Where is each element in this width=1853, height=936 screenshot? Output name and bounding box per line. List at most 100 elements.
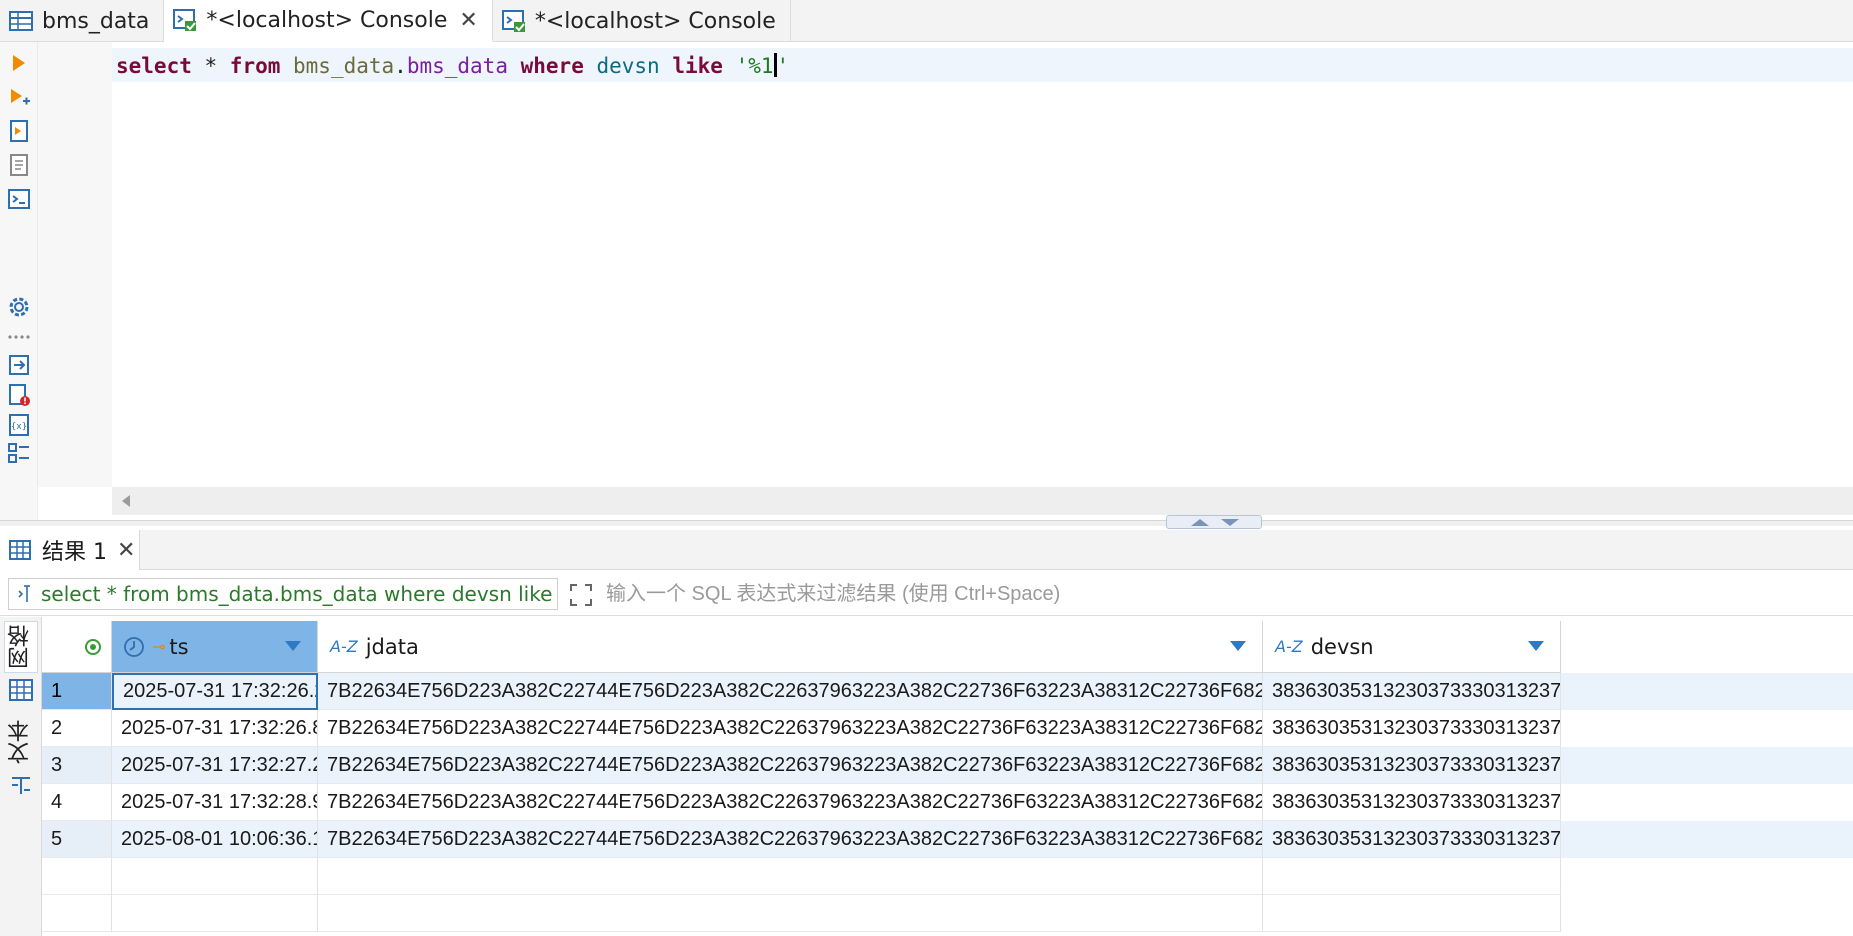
result-tab-bar: 结果 1 ✕ [0, 530, 1853, 570]
editor-toolbar: {x} [0, 42, 38, 520]
variables-icon[interactable]: {x} [6, 412, 32, 438]
expand-icon[interactable] [568, 582, 594, 608]
tab-grid-view-label: 网格 [8, 625, 33, 669]
chevron-down-icon[interactable] [1230, 641, 1246, 651]
cell-ts[interactable]: 2025-07-31 17:32:26.216 [112, 673, 318, 710]
chevron-down-icon[interactable] [1528, 641, 1544, 651]
cell-devsn[interactable]: 383630353132303733303132373131 [1263, 747, 1561, 784]
column-name: ts [169, 634, 189, 659]
cell-ts[interactable]: 2025-07-31 17:32:26.868 [112, 710, 318, 747]
tab-console[interactable]: *<localhost> Console [493, 0, 791, 42]
empty-cell [112, 858, 318, 895]
sql-string-literal-end: ' [776, 54, 790, 78]
cell-devsn[interactable]: 383630353132303733303132373131 [1263, 821, 1561, 858]
cell-jdata[interactable]: 7B22634E756D223A382C22744E756D223A382C22… [318, 821, 1263, 858]
row-number[interactable]: 2 [42, 710, 112, 747]
splitter-toggle-handle[interactable] [1166, 515, 1262, 529]
empty-row [42, 858, 1853, 895]
grid-icon [9, 540, 31, 560]
cell-jdata[interactable]: 7B22634E756D223A382C22744E756D223A382C22… [318, 673, 1263, 710]
tab-bms-data[interactable]: bms_data [0, 0, 165, 42]
cell-ts[interactable]: 2025-08-01 10:06:36.154 [112, 821, 318, 858]
cell-ts[interactable]: 2025-07-31 17:32:27.267 [112, 747, 318, 784]
grid-icon[interactable] [8, 677, 34, 703]
empty-cell [42, 858, 112, 895]
table-row[interactable]: 5 2025-08-01 10:06:36.154 7B22634E756D22… [42, 821, 1853, 858]
row-number[interactable]: 4 [42, 784, 112, 821]
console-icon [501, 10, 525, 32]
column-header-devsn[interactable]: A-Z devsn [1263, 621, 1561, 673]
sql-keyword: like [659, 54, 723, 78]
empty-row [42, 895, 1853, 932]
execute-script-icon[interactable] [6, 118, 32, 144]
empty-cell [318, 858, 1263, 895]
gear-icon[interactable] [6, 294, 32, 320]
column-header-ts[interactable]: ⊸ ts [112, 621, 318, 673]
column-header-jdata[interactable]: A-Z jdata [318, 621, 1263, 673]
svg-text:{x}: {x} [11, 422, 27, 432]
outline-icon[interactable] [6, 440, 32, 466]
active-query-text: select * from bms_data.bms_data where de… [41, 582, 558, 606]
empty-cell [318, 895, 1263, 932]
filter-expression-input[interactable] [602, 578, 1842, 610]
cell-devsn[interactable]: 383630353132303733303132373131 [1263, 673, 1561, 710]
sql-schema: bms_data [280, 54, 395, 78]
column-name: devsn [1310, 634, 1374, 659]
cell-jdata[interactable]: 7B22634E756D223A382C22744E756D223A382C22… [318, 784, 1263, 821]
result-filter-bar: select * from bms_data.bms_data where de… [0, 572, 1853, 616]
active-query-label[interactable]: select * from bms_data.bms_data where de… [8, 578, 558, 610]
scroll-left-icon[interactable] [122, 495, 130, 507]
text-view-icon[interactable] [8, 773, 34, 799]
row-number[interactable]: 3 [42, 747, 112, 784]
sql-keyword: from [229, 54, 281, 78]
row-number-header[interactable] [42, 621, 112, 673]
terminal-icon[interactable] [6, 186, 32, 212]
panel-splitter[interactable] [0, 520, 1853, 526]
sql-keyword: select [116, 54, 192, 78]
tab-result-1[interactable]: 结果 1 ✕ [0, 530, 140, 570]
record-mode-icon[interactable] [85, 638, 101, 655]
explain-plan-icon[interactable] [6, 152, 32, 178]
empty-cell [42, 895, 112, 932]
cell-devsn[interactable]: 383630353132303733303132373131 [1263, 784, 1561, 821]
cell-devsn[interactable]: 383630353132303733303132373131 [1263, 710, 1561, 747]
sql-operator: * [191, 54, 230, 78]
table-row[interactable]: 1 2025-07-31 17:32:26.216 7B22634E756D22… [42, 673, 1853, 710]
tab-text-view[interactable]: 文本 [4, 717, 38, 767]
cell-jdata[interactable]: 7B22634E756D223A382C22744E756D223A382C22… [318, 747, 1263, 784]
table-row[interactable]: 2 2025-07-31 17:32:26.868 7B22634E756D22… [42, 710, 1853, 747]
horizontal-scrollbar[interactable] [112, 487, 1853, 515]
row-number[interactable]: 5 [42, 821, 112, 858]
tab-label: *<localhost> Console [206, 7, 448, 33]
export-icon[interactable] [6, 352, 32, 378]
sql-query-icon [18, 585, 30, 602]
line-gutter [38, 42, 112, 487]
result-grid: ⊸ ts A-Z jdata A-Z devsn 1 2025-07-31 17… [42, 617, 1853, 936]
cell-ts[interactable]: 2025-07-31 17:32:28.996 [112, 784, 318, 821]
error-log-icon[interactable] [6, 382, 32, 408]
chevron-down-icon[interactable] [285, 641, 301, 651]
sql-dot: . [394, 54, 407, 78]
row-number[interactable]: 1 [42, 673, 112, 710]
clock-icon [124, 636, 144, 657]
sql-keyword: where [507, 54, 584, 78]
cell-jdata[interactable]: 7B22634E756D223A382C22744E756D223A382C22… [318, 710, 1263, 747]
column-name: jdata [365, 634, 419, 659]
close-icon[interactable]: ✕ [117, 538, 135, 563]
tab-text-view-label: 文本 [8, 720, 33, 764]
tab-console-active[interactable]: *<localhost> Console ✕ [164, 0, 493, 42]
empty-cell [1263, 895, 1561, 932]
table-row[interactable]: 3 2025-07-31 17:32:27.267 7B22634E756D22… [42, 747, 1853, 784]
more-icon[interactable] [6, 324, 32, 350]
execute-icon[interactable] [6, 50, 32, 76]
result-view-switcher: 网格 文本 [0, 617, 42, 936]
tab-grid-view[interactable]: 网格 [4, 621, 38, 673]
execute-new-tab-icon[interactable] [6, 84, 32, 110]
sql-code-line[interactable]: select * from bms_data.bms_data where de… [116, 52, 789, 80]
grid-header: ⊸ ts A-Z jdata A-Z devsn [42, 621, 1853, 673]
tab-label: *<localhost> Console [534, 8, 776, 34]
close-icon[interactable]: ✕ [459, 8, 477, 33]
console-icon [173, 9, 197, 31]
empty-cell [1263, 858, 1561, 895]
table-row[interactable]: 4 2025-07-31 17:32:28.996 7B22634E756D22… [42, 784, 1853, 821]
